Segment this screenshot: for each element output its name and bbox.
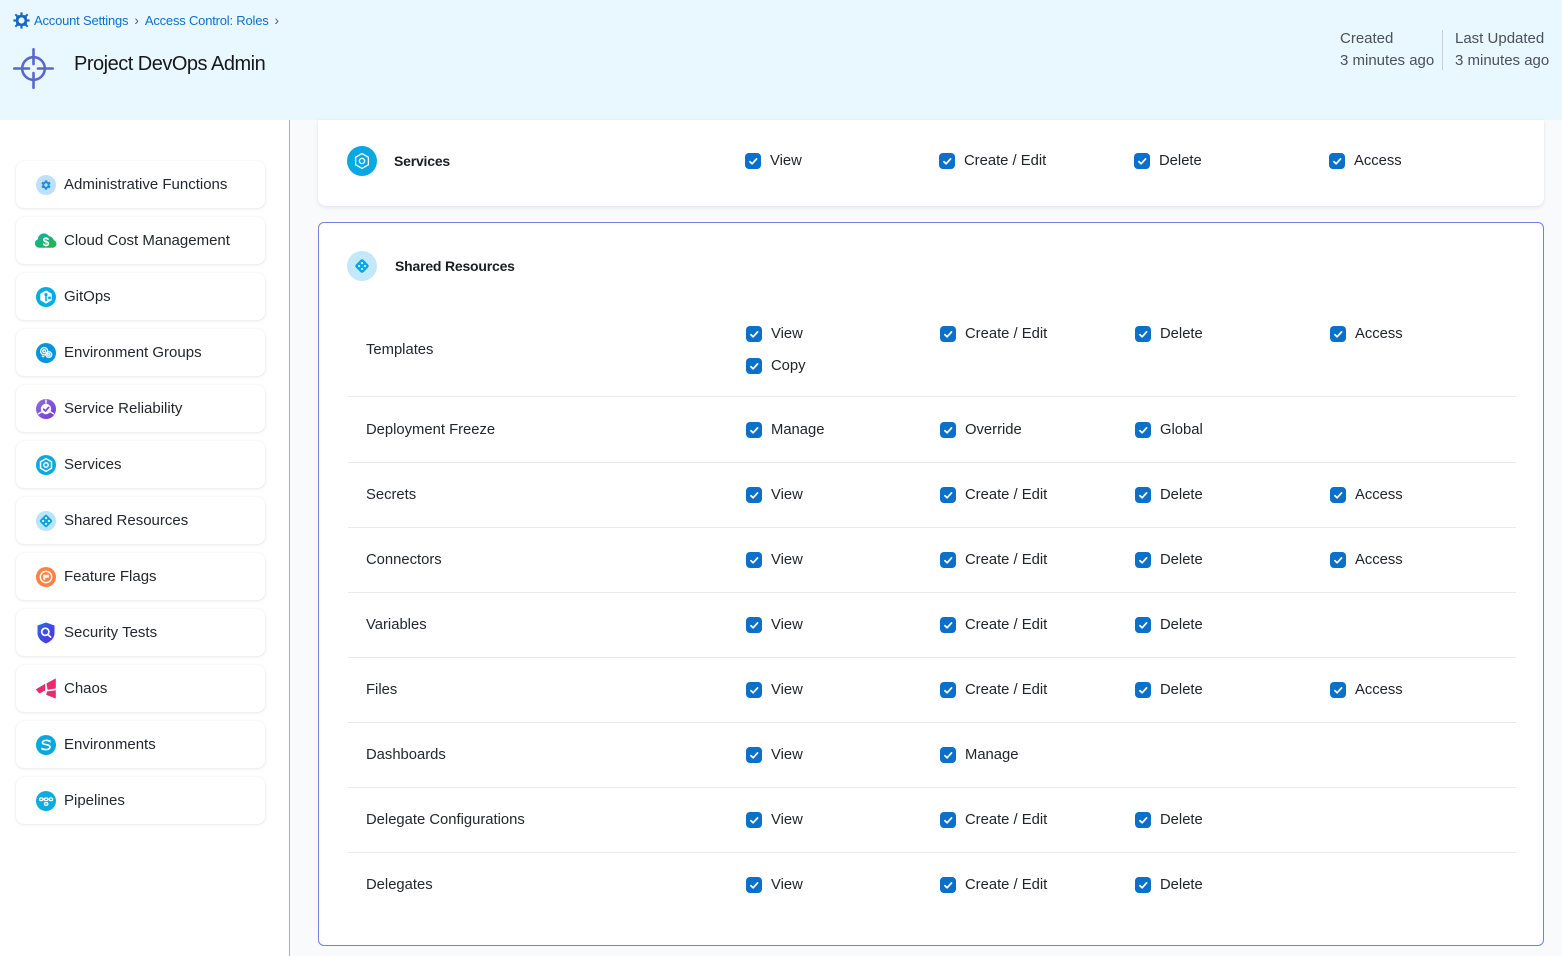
svg-text:$: $ xyxy=(43,234,50,248)
